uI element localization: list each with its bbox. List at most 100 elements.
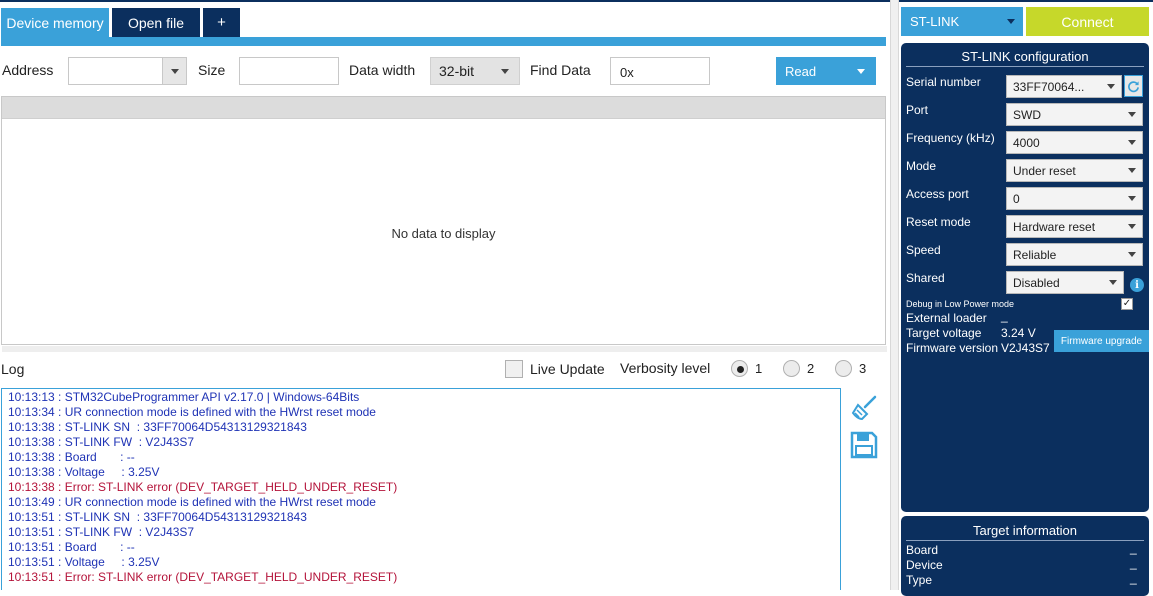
speed-select[interactable]: Reliable (1006, 243, 1143, 266)
port-select[interactable]: SWD (1006, 103, 1143, 126)
tab-open-file[interactable]: Open file (112, 8, 200, 37)
target-voltage-label: Target voltage (906, 326, 982, 340)
mode-dropdown[interactable] (1122, 160, 1142, 181)
mode-label: Mode (906, 159, 937, 173)
chevron-down-icon (1007, 19, 1015, 24)
interface-select[interactable]: ST-LINK (901, 7, 1023, 36)
tab-strip (1, 37, 886, 46)
target-voltage-value: 3.24 V (1001, 326, 1036, 340)
memory-grid-header (2, 97, 885, 119)
serial-number-dropdown[interactable] (1101, 76, 1121, 97)
data-width-label: Data width (349, 62, 416, 78)
mode-select[interactable]: Under reset (1006, 159, 1143, 182)
info-icon[interactable]: i (1130, 278, 1144, 292)
chevron-down-icon (1128, 252, 1136, 257)
chevron-down-icon (1128, 196, 1136, 201)
chevron-down-icon (1107, 84, 1115, 89)
external-loader-label: External loader (906, 311, 987, 325)
chevron-down-icon (1109, 280, 1117, 285)
log-line: 10:13:38 : ST-LINK FW : V2J43S7 (8, 435, 195, 449)
frequency-value: 4000 (1013, 135, 1040, 150)
verbosity-option-3: 3 (859, 361, 867, 376)
connect-button[interactable]: Connect (1026, 7, 1149, 36)
log-line: 10:13:51 : Error: ST-LINK error (DEV_TAR… (8, 570, 398, 584)
target-board-label: Board (906, 543, 939, 557)
target-device-label: Device (906, 558, 943, 572)
firmware-upgrade-button[interactable]: Firmware upgrade (1054, 330, 1149, 352)
speed-dropdown[interactable] (1122, 244, 1142, 265)
frequency-select[interactable]: 4000 (1006, 131, 1143, 154)
shared-value: Disabled (1013, 275, 1060, 290)
live-update-checkbox[interactable] (505, 360, 523, 378)
tab-device-memory[interactable]: Device memory (1, 8, 109, 37)
port-dropdown[interactable] (1122, 104, 1142, 125)
speed-label: Speed (906, 243, 941, 257)
address-label: Address (2, 62, 54, 78)
chevron-down-icon (1128, 168, 1136, 173)
panel-splitter[interactable] (890, 0, 899, 590)
reset-mode-dropdown[interactable] (1122, 216, 1142, 237)
verbosity-radio-3[interactable] (835, 360, 852, 377)
size-input[interactable] (239, 57, 339, 85)
speed-value: Reliable (1013, 247, 1057, 262)
shared-select[interactable]: Disabled (1006, 271, 1124, 294)
log-title: Log (1, 361, 25, 377)
log-line: 10:13:51 : ST-LINK FW : V2J43S7 (8, 525, 195, 539)
log-line: 10:13:51 : ST-LINK SN : 33FF70064D543131… (8, 510, 307, 524)
title-divider (906, 540, 1144, 541)
log-line: 10:13:38 : Voltage : 3.25V (8, 465, 160, 479)
reset-mode-label: Reset mode (906, 215, 971, 229)
memory-empty-message: No data to display (391, 226, 496, 241)
serial-number-label: Serial number (906, 75, 981, 89)
stlink-config-title: ST-LINK configuration (961, 49, 1089, 64)
access-port-select[interactable]: 0 (1006, 187, 1143, 210)
broom-icon[interactable] (850, 394, 878, 422)
verbosity-label: Verbosity level (620, 360, 711, 376)
port-value: SWD (1013, 107, 1041, 122)
mode-value: Under reset (1013, 163, 1076, 178)
target-type-label: Type (906, 573, 933, 587)
reset-mode-select[interactable]: Hardware reset (1006, 215, 1143, 238)
memory-grid[interactable] (1, 96, 886, 345)
access-port-dropdown[interactable] (1122, 188, 1142, 209)
chevron-down-icon (1128, 112, 1136, 117)
find-data-input[interactable]: 0x (610, 57, 710, 85)
serial-number-select[interactable]: 33FF70064... (1006, 75, 1122, 98)
chevron-down-icon[interactable] (857, 69, 865, 74)
access-port-value: 0 (1013, 191, 1020, 206)
window-top-border (0, 0, 1153, 2)
shared-label: Shared (906, 271, 945, 285)
access-port-label: Access port (906, 187, 969, 201)
target-board-value: _ (1130, 541, 1137, 555)
size-label: Size (198, 62, 226, 78)
log-line: 10:13:34 : UR connection mode is defined… (8, 405, 376, 419)
verbosity-radio-2[interactable] (783, 360, 800, 377)
find-data-label: Find Data (530, 62, 591, 78)
chevron-down-icon (501, 69, 509, 74)
data-width-select[interactable]: 32-bit (430, 57, 520, 85)
tab-add-button[interactable]: + (203, 8, 240, 37)
refresh-icon (1128, 80, 1139, 92)
serial-number-value: 33FF70064... (1013, 79, 1085, 94)
verbosity-radio-1[interactable] (731, 360, 748, 377)
live-update-label: Live Update (530, 361, 605, 377)
log-line: 10:13:51 : Board : -- (8, 540, 135, 554)
horizontal-splitter[interactable] (2, 346, 887, 352)
frequency-label: Frequency (kHz) (906, 131, 995, 145)
verbosity-option-2: 2 (807, 361, 815, 376)
log-line: 10:13:38 : Error: ST-LINK error (DEV_TAR… (8, 480, 398, 494)
debug-low-power-checkbox[interactable]: ✓ (1121, 298, 1133, 310)
address-combo[interactable] (68, 57, 187, 85)
target-info-title: Target information (972, 523, 1078, 538)
log-line: 10:13:13 : STM32CubeProgrammer API v2.17… (8, 390, 360, 404)
read-button[interactable]: Read (776, 57, 876, 85)
shared-dropdown[interactable] (1103, 272, 1123, 293)
refresh-button[interactable] (1124, 75, 1143, 97)
frequency-dropdown[interactable] (1122, 132, 1142, 153)
log-line: 10:13:38 : ST-LINK SN : 33FF70064D543131… (8, 420, 307, 434)
port-label: Port (906, 103, 929, 117)
floppy-disk-icon[interactable] (850, 431, 878, 459)
external-loader-value: _ (1001, 309, 1008, 323)
debug-low-power-label: Debug in Low Power mode (906, 299, 1015, 309)
address-dropdown-button[interactable] (162, 58, 186, 84)
